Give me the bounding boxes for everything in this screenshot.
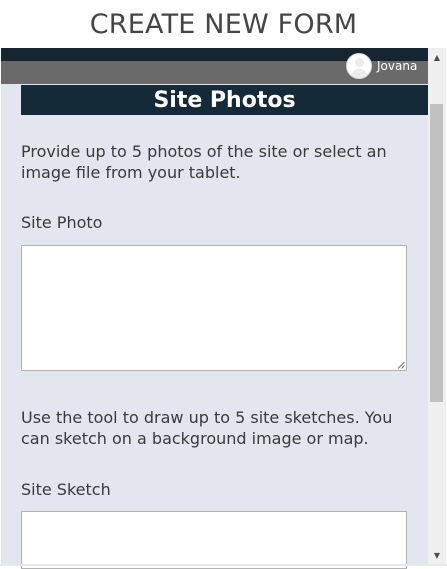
user-avatar-icon[interactable] xyxy=(346,53,372,79)
scroll-down-icon[interactable]: ▼ xyxy=(428,546,446,564)
site-sketch-field[interactable] xyxy=(21,511,407,569)
page-title: CREATE NEW FORM xyxy=(89,8,358,40)
avatar-head-shape xyxy=(355,58,364,67)
site-photo-field[interactable] xyxy=(21,245,407,371)
resize-handle-icon[interactable] xyxy=(397,361,405,369)
site-photo-label: Site Photo xyxy=(21,213,103,232)
site-sketch-label: Site Sketch xyxy=(21,480,111,499)
user-name[interactable]: Jovana xyxy=(377,59,417,73)
scroll-up-icon[interactable]: ▲ xyxy=(428,48,446,66)
sketch-instructions: Use the tool to draw up to 5 site sketch… xyxy=(21,408,393,448)
avatar-body-shape xyxy=(351,69,368,78)
scrollbar-thumb[interactable] xyxy=(430,104,443,402)
section-header-site-photos: Site Photos xyxy=(21,85,428,115)
photo-instructions: Provide up to 5 photos of the site or se… xyxy=(21,142,387,182)
left-gutter xyxy=(1,84,21,564)
